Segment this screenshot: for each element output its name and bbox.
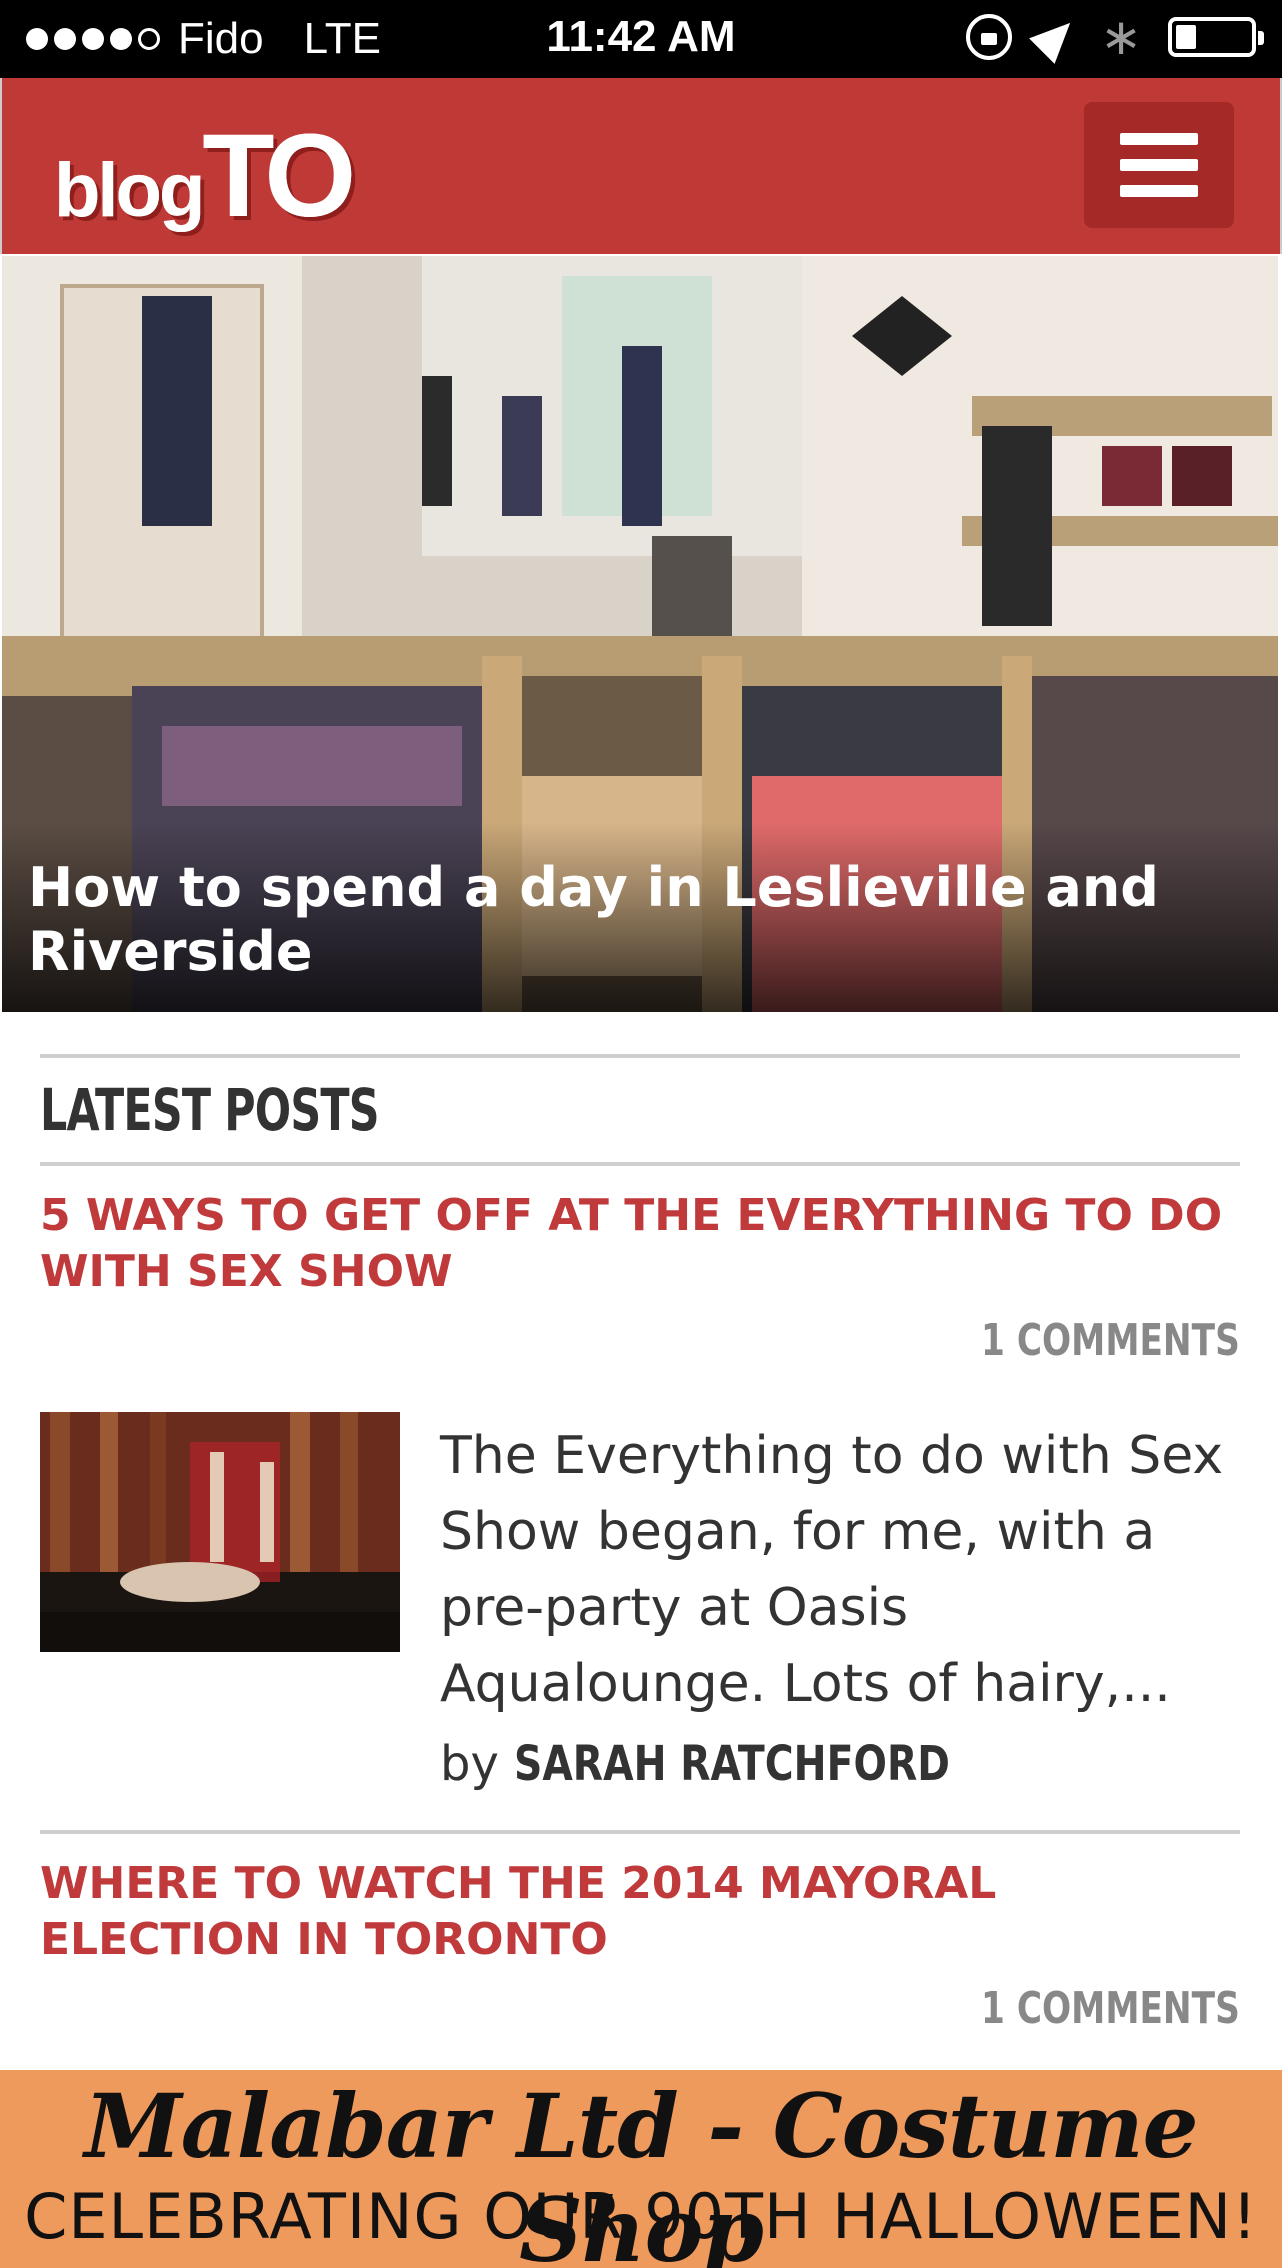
divider — [40, 1162, 1240, 1166]
hero-title[interactable]: How to spend a day in Leslieville and Ri… — [28, 856, 1228, 984]
post-excerpt: The Everything to do with Sex Show began… — [440, 1426, 1224, 1714]
divider — [40, 1830, 1240, 1834]
battery-icon — [1168, 17, 1264, 57]
featured-story[interactable]: How to spend a day in Leslieville and Ri… — [2, 256, 1278, 1012]
site-header: blog TO — [0, 78, 1282, 254]
comments-count-link[interactable]: 1 COMMENTS — [40, 1310, 1240, 1372]
post-body: The Everything to do with Sex Show began… — [40, 1412, 1240, 1792]
ad-subline: CELEBRATING OUR 90TH HALLOWEEN! — [24, 2180, 1258, 2253]
hamburger-icon — [1120, 133, 1198, 145]
byline-prefix: by — [440, 1736, 499, 1792]
bluetooth-icon: ∗ — [1100, 9, 1142, 65]
logo-to-text: TO — [202, 110, 356, 242]
status-bar: Fido LTE 11:42 AM ∗ — [0, 0, 1282, 78]
logo-blog-text: blog — [54, 148, 205, 233]
blogto-logo[interactable]: blog TO — [54, 108, 356, 244]
post-thumbnail[interactable] — [40, 1412, 400, 1652]
post-byline: by SARAH RATCHFORD — [440, 1736, 1240, 1792]
post-title-link[interactable]: 5 WAYS TO GET OFF AT THE EVERYTHING TO D… — [40, 1188, 1240, 1300]
post-title-link[interactable]: WHERE TO WATCH THE 2014 MAYORAL ELECTION… — [40, 1856, 1240, 1968]
author-link[interactable]: SARAH RATCHFORD — [514, 1736, 950, 1792]
ad-banner[interactable]: Malabar Ltd - Costume Shop CELEBRATING O… — [0, 2070, 1282, 2268]
status-right: ∗ — [966, 9, 1264, 65]
post-item: 5 WAYS TO GET OFF AT THE EVERYTHING TO D… — [40, 1188, 1240, 1792]
location-icon — [1029, 10, 1083, 64]
orientation-lock-icon — [966, 14, 1013, 60]
menu-button[interactable] — [1084, 102, 1234, 228]
section-title: LATEST POSTS — [40, 1076, 380, 1144]
comments-count-link[interactable]: 1 COMMENTS — [40, 1978, 1240, 2040]
